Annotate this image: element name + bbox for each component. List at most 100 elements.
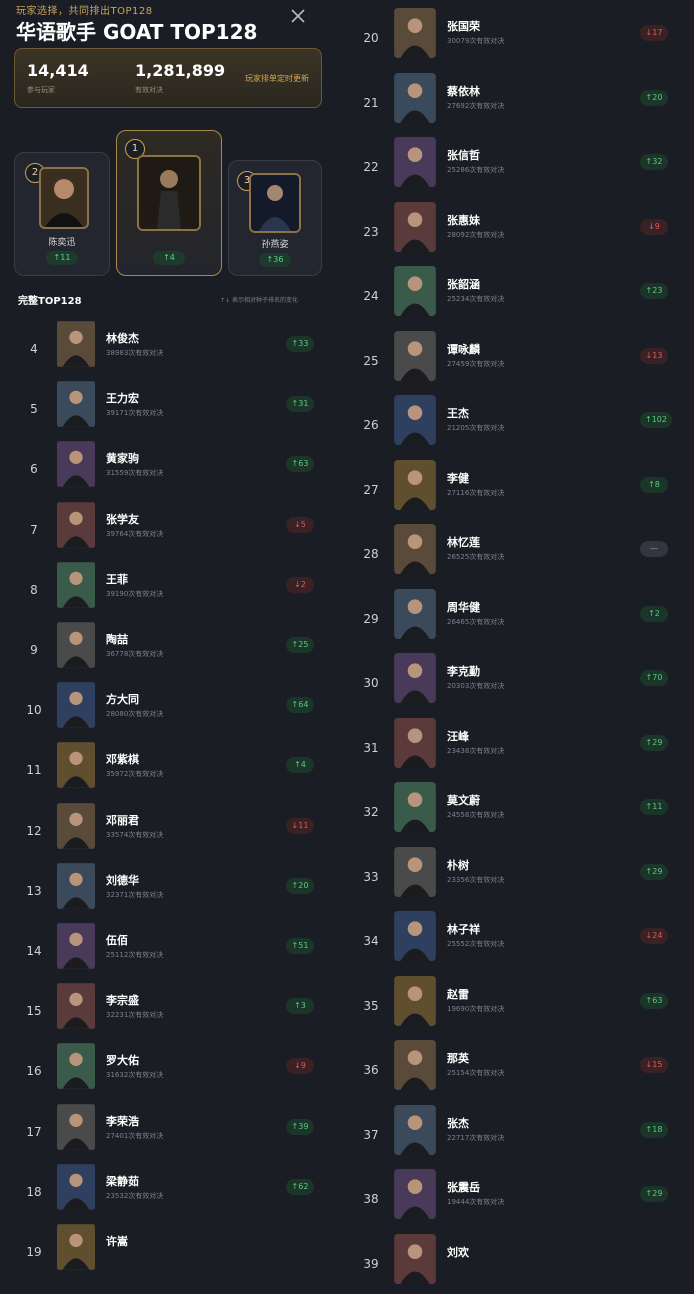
rank-change-badge: ↑20 <box>286 877 314 894</box>
singer-name: 张学友 <box>106 512 139 526</box>
avatar <box>394 588 436 639</box>
avatar <box>394 782 436 832</box>
list-item[interactable]: 30 李克勤 20303次有效对决 ↑70 <box>342 653 694 713</box>
list-item[interactable]: 21 蔡依林 27692次有效对决 ↑20 <box>342 72 694 133</box>
battle-count: 30079次有效对决 <box>447 37 505 45</box>
avatar <box>57 380 95 428</box>
list-item[interactable]: 19 许嵩 <box>0 1223 340 1283</box>
list-item[interactable]: 28 林忆莲 26525次有效对决 — <box>342 524 694 584</box>
rank-number: 10 <box>26 703 42 718</box>
podium-name: 陈奕迅 <box>48 238 76 248</box>
rank-change-badge: ↑25 <box>286 637 314 653</box>
list-item[interactable]: 17 李荣浩 27401次有效对决 ↑39 <box>0 1103 340 1163</box>
rank-number: 20 <box>363 31 379 45</box>
avatar <box>394 137 436 187</box>
list-item[interactable]: 34 林子祥 25552次有效对决 ↓24 <box>342 911 694 971</box>
list-item[interactable]: 4 林俊杰 38983次有效对决 ↑33 <box>0 320 340 380</box>
list-item[interactable]: 14 伍佰 25112次有效对决 ↑51 <box>0 922 340 982</box>
battle-count: 35972次有效对决 <box>106 770 164 779</box>
avatar <box>394 330 436 381</box>
list-item[interactable]: 13 刘德华 32371次有效对决 ↑20 <box>0 862 340 922</box>
rank-change-badge: ↓17 <box>640 25 668 41</box>
avatar <box>57 1103 95 1151</box>
battle-count: 26465次有效对决 <box>447 617 505 626</box>
rank-change-badge: ↑32 <box>640 154 668 170</box>
singer-name: 张杰 <box>447 1116 469 1130</box>
battle-count: 32371次有效对决 <box>106 890 164 899</box>
rank-number: 15 <box>26 1004 42 1019</box>
podium-name: 孙燕姿 <box>261 240 289 250</box>
list-item[interactable]: 25 谭咏麟 27459次有效对决 ↓13 <box>342 330 694 391</box>
list-item[interactable]: 5 王力宏 39171次有效对决 ↑31 <box>0 380 340 440</box>
battles-count: 1,281,899 <box>135 61 226 80</box>
list-item[interactable]: 7 张学友 39764次有效对决 ↓5 <box>0 501 340 561</box>
battle-count: 27116次有效对决 <box>447 488 505 497</box>
list-item[interactable]: 8 王菲 39190次有效对决 ↓2 <box>0 561 340 621</box>
singer-name: 张震岳 <box>447 1181 480 1194</box>
rank-number: 39 <box>363 1256 379 1271</box>
avatar <box>394 717 436 768</box>
rank-number: 34 <box>363 934 379 948</box>
battle-count: 25552次有效对决 <box>447 940 505 948</box>
list-item[interactable]: 23 张惠妹 28092次有效对决 ↓9 <box>342 201 694 262</box>
singer-name: 邓丽君 <box>106 813 139 827</box>
avatar <box>249 173 301 233</box>
battle-count: 27692次有效对决 <box>447 101 505 110</box>
rank-number: 26 <box>363 418 379 432</box>
list-item[interactable]: 29 周华健 26465次有效对决 ↑2 <box>342 588 694 649</box>
list-item[interactable]: 26 王杰 21205次有效对决 ↑102 <box>342 395 694 455</box>
list-item[interactable]: 10 方大同 28080次有效对决 ↑64 <box>0 681 340 741</box>
rank-change-badge: ↑63 <box>286 456 314 473</box>
list-item[interactable]: 39 刘欢 <box>342 1233 694 1294</box>
rank-change-badge: ↑33 <box>286 336 314 352</box>
rank-number: 21 <box>363 95 379 110</box>
list-item[interactable]: 37 张杰 22717次有效对决 ↑18 <box>342 1104 694 1165</box>
rank-change-badge: ↑29 <box>640 734 668 751</box>
podium-second[interactable]: 2 陈奕迅 ↑11 <box>14 152 110 276</box>
battle-count: 20303次有效对决 <box>447 682 505 690</box>
avatar <box>394 1104 436 1155</box>
podium-first[interactable]: 1 ↑4 <box>116 130 222 276</box>
list-item[interactable]: 6 黄家驹 31559次有效对决 ↑63 <box>0 440 340 500</box>
right-column: 20 张国荣 30079次有效对决 ↓17 21 蔡依林 27692次有效对决 ↑20 22 张信… <box>342 0 694 1284</box>
list-item[interactable]: 12 邓丽君 33574次有效对决 ↓11 <box>0 802 340 862</box>
list-item[interactable]: 24 张韶涵 25234次有效对决 ↑23 <box>342 266 694 326</box>
battle-count: 38983次有效对决 <box>106 349 164 357</box>
list-item[interactable]: 32 莫文蔚 24558次有效对决 ↑11 <box>342 782 694 842</box>
battle-count: 23438次有效对决 <box>447 746 505 755</box>
rank-number: 11 <box>26 763 42 778</box>
rank-number: 25 <box>363 353 379 368</box>
list-item[interactable]: 36 那英 25154次有效对决 ↓15 <box>342 1040 694 1100</box>
close-icon[interactable] <box>288 6 308 26</box>
rank-number: 36 <box>363 1063 379 1077</box>
list-item[interactable]: 16 罗大佑 31632次有效对决 ↓9 <box>0 1042 340 1102</box>
avatar <box>57 561 95 609</box>
avatar <box>57 1042 95 1090</box>
battle-count: 28080次有效对决 <box>106 710 164 719</box>
singer-name: 张惠妹 <box>447 213 480 227</box>
list-item[interactable]: 20 张国荣 30079次有效对决 ↓17 <box>342 8 694 68</box>
battle-count: 28092次有效对决 <box>447 230 505 239</box>
rank-change-badge: ↓2 <box>286 576 314 593</box>
singer-name: 张韶涵 <box>447 278 480 291</box>
list-item[interactable]: 9 陶喆 36778次有效对决 ↑25 <box>0 621 340 681</box>
singer-name: 许嵩 <box>106 1235 128 1248</box>
podium-third[interactable]: 3 孙燕姿 ↑36 <box>228 160 322 276</box>
avatar <box>394 201 436 252</box>
rank-change-badge: ↑11 <box>640 799 668 815</box>
list-item[interactable]: 11 邓紫棋 35972次有效对决 ↑4 <box>0 741 340 801</box>
avatar <box>57 440 95 488</box>
list-item[interactable]: 18 梁静茹 23532次有效对决 ↑62 <box>0 1163 340 1223</box>
list-item[interactable]: 15 李宗盛 32231次有效对决 ↑3 <box>0 982 340 1042</box>
list-item[interactable]: 27 李健 27116次有效对决 ↑8 <box>342 459 694 520</box>
rank-number: 5 <box>30 402 38 417</box>
list-item[interactable]: 31 汪峰 23438次有效对决 ↑29 <box>342 717 694 778</box>
section-note: ↑↓ 表示相对种子排名的变化 <box>220 297 298 304</box>
list-item[interactable]: 22 张信哲 25286次有效对决 ↑32 <box>342 137 694 197</box>
list-item[interactable]: 35 赵雷 19690次有效对决 ↑63 <box>342 975 694 1036</box>
avatar <box>57 982 95 1030</box>
list-item[interactable]: 33 朴树 23356次有效对决 ↑29 <box>342 846 694 907</box>
singer-name: 赵雷 <box>447 987 469 1001</box>
list-item[interactable]: 38 张震岳 19444次有效对决 ↑29 <box>342 1169 694 1229</box>
singer-name: 黄家驹 <box>106 452 139 466</box>
